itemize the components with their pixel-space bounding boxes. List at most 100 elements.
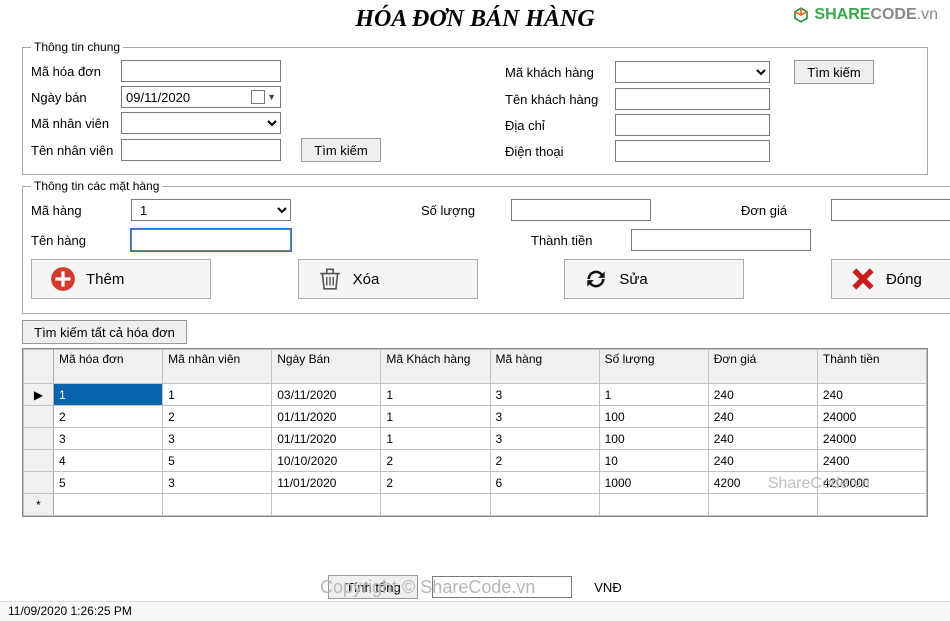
- cell[interactable]: 6: [490, 472, 599, 494]
- cell[interactable]: 1: [163, 384, 272, 406]
- input-diachi[interactable]: [615, 114, 770, 136]
- cell[interactable]: 3: [490, 406, 599, 428]
- cell[interactable]: [490, 494, 599, 516]
- cell[interactable]: 1: [381, 406, 490, 428]
- label-dongia: Đơn giá: [741, 203, 801, 218]
- col-header[interactable]: Đơn giá: [708, 350, 817, 384]
- add-button[interactable]: Thêm: [31, 259, 211, 299]
- col-header[interactable]: Ngày Bán: [272, 350, 381, 384]
- search-button-kh[interactable]: Tìm kiếm: [794, 60, 874, 84]
- cell[interactable]: 4200: [708, 472, 817, 494]
- search-all-button[interactable]: Tìm kiếm tất cả hóa đơn: [22, 320, 187, 344]
- cell[interactable]: [381, 494, 490, 516]
- invoice-table[interactable]: Mã hóa đơnMã nhân viênNgày BánMã Khách h…: [22, 348, 928, 517]
- cell[interactable]: 4200000: [817, 472, 926, 494]
- cell[interactable]: 1: [599, 384, 708, 406]
- edit-button[interactable]: Sửa: [564, 259, 744, 299]
- cell[interactable]: [599, 494, 708, 516]
- cell[interactable]: 3: [54, 428, 163, 450]
- cell[interactable]: 3: [490, 384, 599, 406]
- cell[interactable]: [817, 494, 926, 516]
- select-makh[interactable]: [615, 61, 770, 83]
- cell[interactable]: 240: [708, 384, 817, 406]
- cell[interactable]: 3: [163, 428, 272, 450]
- cell[interactable]: 24000: [817, 428, 926, 450]
- input-dongia[interactable]: [831, 199, 950, 221]
- row-indicator: [24, 406, 54, 428]
- refresh-icon: [583, 266, 609, 292]
- col-header[interactable]: Mã Khách hàng: [381, 350, 490, 384]
- cell[interactable]: [708, 494, 817, 516]
- cell[interactable]: 10: [599, 450, 708, 472]
- table-row[interactable]: 3301/11/20201310024024000: [24, 428, 927, 450]
- cell[interactable]: 01/11/2020: [272, 406, 381, 428]
- cell[interactable]: [54, 494, 163, 516]
- group-items: Thông tin các mặt hàng Mã hàng 1 Số lượn…: [22, 179, 950, 314]
- cell[interactable]: 100: [599, 428, 708, 450]
- legend-items: Thông tin các mặt hàng: [31, 179, 162, 193]
- cell[interactable]: 2: [163, 406, 272, 428]
- cell[interactable]: 3: [490, 428, 599, 450]
- datepicker-ngayban[interactable]: 09/11/2020 ▼: [121, 86, 281, 108]
- delete-button[interactable]: Xóa: [298, 259, 478, 299]
- cell[interactable]: [272, 494, 381, 516]
- label-thanhtien: Thành tiền: [531, 233, 601, 248]
- cell[interactable]: 100: [599, 406, 708, 428]
- total-output[interactable]: [432, 576, 572, 598]
- col-header[interactable]: Số lượng: [599, 350, 708, 384]
- cell[interactable]: 2: [381, 472, 490, 494]
- table-row[interactable]: ▶1103/11/2020131240240: [24, 384, 927, 406]
- cell[interactable]: [163, 494, 272, 516]
- col-header[interactable]: Thành tiền: [817, 350, 926, 384]
- cell[interactable]: 2: [381, 450, 490, 472]
- select-manv[interactable]: [121, 112, 281, 134]
- input-tennv[interactable]: [121, 139, 281, 161]
- cell[interactable]: 4: [54, 450, 163, 472]
- col-header[interactable]: Mã hóa đơn: [54, 350, 163, 384]
- input-mahoadon[interactable]: [121, 60, 281, 82]
- close-icon: [850, 266, 876, 292]
- close-button[interactable]: Đóng: [831, 259, 950, 299]
- cell[interactable]: 24000: [817, 406, 926, 428]
- cell[interactable]: 1000: [599, 472, 708, 494]
- cell[interactable]: 1: [381, 428, 490, 450]
- table-row[interactable]: 4510/10/202022102402400: [24, 450, 927, 472]
- cell[interactable]: 03/11/2020: [272, 384, 381, 406]
- calc-total-button[interactable]: Tính tổng: [328, 575, 418, 599]
- input-thanhtien[interactable]: [631, 229, 811, 251]
- label-tenkh: Tên khách hàng: [505, 92, 615, 107]
- cell[interactable]: 01/11/2020: [272, 428, 381, 450]
- row-indicator: [24, 450, 54, 472]
- cell[interactable]: 1: [381, 384, 490, 406]
- cell[interactable]: 2: [490, 450, 599, 472]
- cell[interactable]: 10/10/2020: [272, 450, 381, 472]
- select-mahang[interactable]: 1: [131, 199, 291, 221]
- input-dienthoai[interactable]: [615, 140, 770, 162]
- cell[interactable]: 2400: [817, 450, 926, 472]
- cell[interactable]: 240: [708, 450, 817, 472]
- cell[interactable]: 5: [54, 472, 163, 494]
- table-new-row[interactable]: *: [24, 494, 927, 516]
- row-indicator: [24, 428, 54, 450]
- cell[interactable]: 240: [708, 428, 817, 450]
- input-soluong[interactable]: [511, 199, 651, 221]
- chevron-down-icon[interactable]: ▼: [267, 92, 276, 102]
- cell[interactable]: 2: [54, 406, 163, 428]
- label-ngayban: Ngày bán: [31, 90, 121, 105]
- input-tenhang[interactable]: [131, 229, 291, 251]
- logo: SHARECODE.vn: [792, 6, 938, 24]
- cell[interactable]: 11/01/2020: [272, 472, 381, 494]
- cell[interactable]: 5: [163, 450, 272, 472]
- calendar-icon[interactable]: [251, 90, 265, 104]
- search-button-nv[interactable]: Tìm kiếm: [301, 138, 381, 162]
- table-row[interactable]: 5311/01/202026100042004200000: [24, 472, 927, 494]
- cell[interactable]: 1: [54, 384, 163, 406]
- input-tenkh[interactable]: [615, 88, 770, 110]
- cell[interactable]: 240: [708, 406, 817, 428]
- table-row[interactable]: 2201/11/20201310024024000: [24, 406, 927, 428]
- col-header[interactable]: Mã nhân viên: [163, 350, 272, 384]
- cell[interactable]: 240: [817, 384, 926, 406]
- cell[interactable]: 3: [163, 472, 272, 494]
- col-header[interactable]: Mã hàng: [490, 350, 599, 384]
- status-bar: 11/09/2020 1:26:25 PM: [0, 601, 950, 621]
